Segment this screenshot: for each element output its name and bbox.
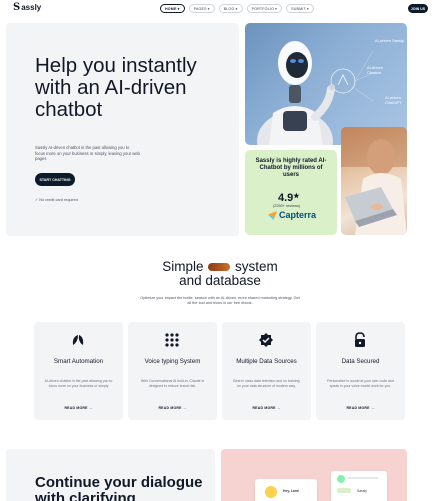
menu-item-portfolio[interactable]: PORTFOLIO ▾ <box>246 4 283 13</box>
chat-preview-panel: Hey, Lara! Sassly <box>221 449 407 501</box>
arrow-right-icon: → <box>276 406 281 410</box>
capterra-name: Capterra <box>279 210 317 220</box>
chat-name: Hey, Lara! <box>283 489 300 493</box>
feature-card: Multiple Data Sources Best in class data… <box>222 322 311 420</box>
feature-card: Voice typing System With Conversational … <box>128 322 217 420</box>
menu-item-submit[interactable]: SUBMIT ▾ <box>286 4 314 13</box>
hero-title: Help you instantly with an AI-driven cha… <box>35 54 197 121</box>
chat-bubble: Hey, Lara! <box>255 479 317 501</box>
bottom-title: Continue your dialogue with clarifying <box>35 474 203 501</box>
title-word: Simple <box>162 259 204 274</box>
robot-label: AI-driven Sassly <box>375 38 404 43</box>
arrow-right-icon: → <box>370 406 375 410</box>
read-more-link[interactable]: READ MORE → <box>34 406 123 410</box>
dots-grid-icon <box>165 333 179 347</box>
start-chatting-button[interactable]: START CHATTING <box>35 173 75 186</box>
check-badge-icon <box>259 333 273 347</box>
chat-tag: Sassly <box>357 489 367 493</box>
join-us-button[interactable]: JOIN US <box>408 4 428 13</box>
menu-item-home[interactable]: HOME ▾ <box>160 4 185 13</box>
main-menu: HOME ▾ PAGES ▾ BLOG ▾ PORTFOLIO ▾ SUBMIT ▾ <box>160 4 314 13</box>
read-more-label: READ MORE <box>346 406 370 410</box>
logo-mark: S <box>13 2 21 13</box>
no-card-text: No credit card required <box>39 198 78 202</box>
top-nav: S assly HOME ▾ PAGES ▾ BLOG ▾ PORTFOLIO ▾ SU… <box>0 0 440 18</box>
chevron-down-icon: ▾ <box>306 6 309 11</box>
feature-desc: Personalize to would at your own code an… <box>327 379 394 388</box>
menu-label: HOME <box>165 6 177 11</box>
feature-desc: Best in class data retention and no trai… <box>233 379 300 388</box>
menu-item-blog[interactable]: BLOG ▾ <box>218 4 243 13</box>
read-more-link[interactable]: READ MORE → <box>316 406 405 410</box>
feature-title: Multiple Data Sources <box>236 358 297 365</box>
star-icon: ★ <box>293 193 300 200</box>
feature-title: Data Secured <box>341 358 380 365</box>
feature-card: Data Secured Personalize to would at you… <box>316 322 405 420</box>
robot-label: AI-driven ChatGPT <box>385 95 402 105</box>
read-more-label: READ MORE <box>64 406 88 410</box>
logo-word: assly <box>21 3 42 12</box>
avatar <box>265 486 277 498</box>
avatar <box>337 475 345 483</box>
leaf-icon <box>72 335 84 345</box>
rating-value: 4.9★ <box>278 192 300 204</box>
menu-label: SUBMIT <box>291 6 306 11</box>
chat-tag-chip <box>337 488 351 493</box>
hero-subtitle: Sassly AI-driven chatbot in the past all… <box>35 145 140 162</box>
menu-item-pages[interactable]: PAGES ▾ <box>188 4 215 13</box>
read-more-link[interactable]: READ MORE → <box>222 406 311 410</box>
feature-desc: With Conversational AI built-in, Claude … <box>140 379 205 388</box>
capterra-logo: Capterra <box>268 210 316 220</box>
capterra-arrow-icon <box>268 210 277 220</box>
laptop-photo-illustration <box>341 127 407 235</box>
no-card-note: ✓ No credit card required <box>35 197 78 202</box>
chat-widget: Sassly <box>331 471 387 501</box>
feature-title: Voice typing System <box>144 358 201 365</box>
feature-desc: AI-driven chatbot in the past allowing y… <box>44 379 113 388</box>
laptop-photo <box>341 127 407 235</box>
rating-headline: Sassly is highly rated AI-Chatbot by mil… <box>255 158 327 178</box>
lock-icon <box>355 332 365 347</box>
read-more-link[interactable]: READ MORE → <box>128 406 217 410</box>
title-pill-image <box>208 263 231 272</box>
title-line-2: and database <box>179 273 261 288</box>
feature-cards: Smart Automation AI-driven chatbot in th… <box>34 322 406 420</box>
read-more-label: READ MORE <box>158 406 182 410</box>
menu-label: PAGES <box>193 6 207 11</box>
chevron-down-icon: ▾ <box>275 6 278 11</box>
chevron-down-icon: ▾ <box>235 6 238 11</box>
section-subtitle: Optimize your impact the bottle, season … <box>140 296 300 306</box>
read-more-label: READ MORE <box>252 406 276 410</box>
title-word: system <box>235 259 278 274</box>
menu-label: BLOG <box>223 6 235 11</box>
review-count: (2250+ reviews) <box>273 204 301 208</box>
logo[interactable]: S assly <box>13 3 41 13</box>
rating-number: 4.9 <box>278 192 294 204</box>
chevron-down-icon: ▾ <box>207 6 210 11</box>
feature-title: Smart Automation <box>53 358 104 365</box>
chevron-down-icon: ▾ <box>177 6 180 11</box>
section-title: Simple system and database <box>0 260 440 288</box>
feature-card: Smart Automation AI-driven chatbot in th… <box>34 322 123 420</box>
chat-line <box>348 477 378 479</box>
arrow-right-icon: → <box>182 406 187 410</box>
menu-label: PORTFOLIO <box>251 6 275 11</box>
arrow-right-icon: → <box>88 406 93 410</box>
robot-label: AI-driven Chatbot <box>367 65 384 75</box>
